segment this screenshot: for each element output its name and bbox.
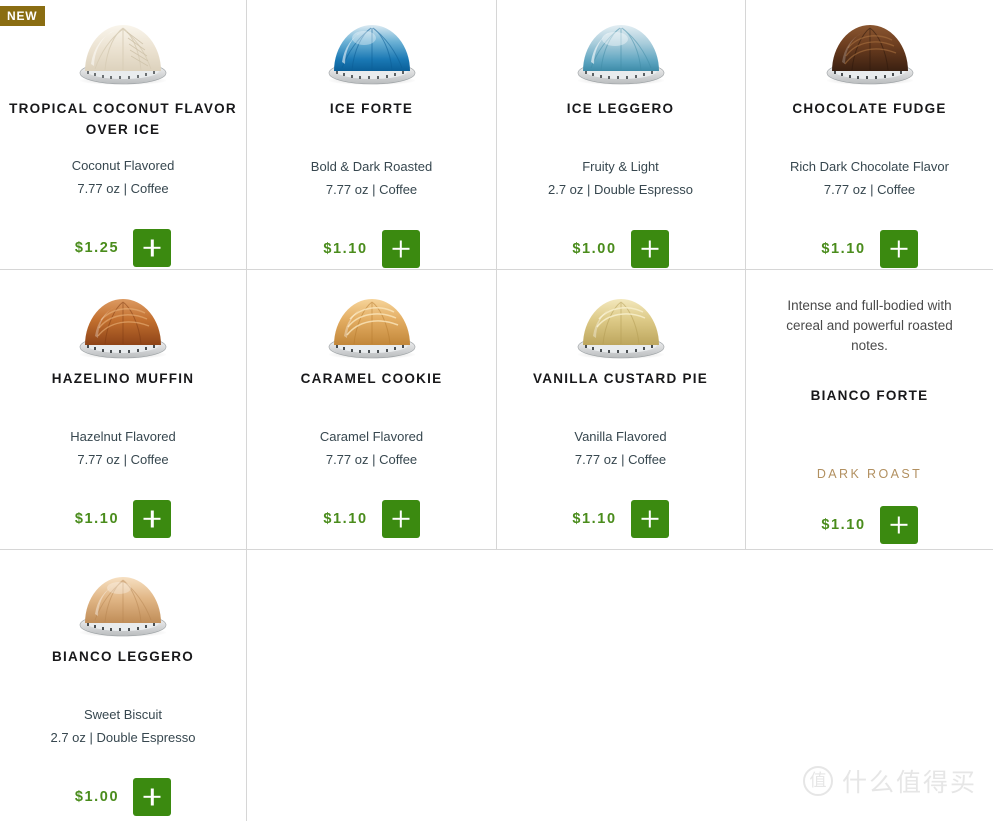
ice-leggero-capsule-icon	[577, 25, 664, 85]
add-to-cart-button[interactable]	[133, 229, 172, 267]
product-title: ICE FORTE	[329, 101, 414, 116]
ice-forte-capsule-icon	[328, 25, 415, 85]
product-hover-description: Intense and full-bodied with cereal and …	[786, 298, 953, 353]
product-flavor: Caramel Flavored	[319, 429, 424, 444]
product-image-wrap	[248, 8, 495, 94]
product-card-chocolate-fudge[interactable]: CHOCOLATE FUDGE Rich Dark Chocolate Flav…	[746, 0, 993, 268]
product-price: $1.10	[323, 241, 368, 257]
product-roast-level: DARK ROAST	[816, 467, 923, 481]
product-price: $1.10	[74, 511, 120, 527]
product-price: $1.10	[323, 511, 368, 527]
product-card-caramel-cookie[interactable]: CARAMEL COOKIE Caramel Flavored 7.77 oz …	[248, 270, 495, 548]
product-title: CHOCOLATE FUDGE	[792, 101, 947, 116]
product-image-wrap	[0, 560, 246, 646]
price-row: $1.10	[248, 230, 495, 268]
product-image-wrap	[0, 282, 246, 368]
product-image-wrap	[497, 8, 744, 94]
product-price: $1.25	[74, 240, 120, 256]
product-price: $1.10	[572, 511, 617, 527]
new-badge: NEW	[0, 6, 46, 26]
add-to-cart-button[interactable]	[133, 778, 172, 816]
grid-divider-vertical	[246, 0, 247, 821]
price-row: $1.25	[0, 229, 246, 267]
product-price: $1.00	[74, 789, 120, 805]
price-row: $1.10	[746, 506, 993, 544]
product-card-ice-forte[interactable]: ICE FORTE Bold & Dark Roasted 7.77 oz | …	[248, 0, 495, 268]
product-price: $1.00	[572, 241, 617, 257]
price-row: $1.10	[497, 500, 744, 538]
watermark: 值 什么值得买	[802, 763, 977, 799]
price-row: $1.10	[746, 230, 993, 268]
price-row: $1.00	[0, 778, 246, 816]
product-spec: 7.77 oz | Coffee	[77, 452, 169, 467]
watermark-text: 什么值得买	[841, 768, 977, 797]
product-title: CARAMEL COOKIE	[300, 371, 443, 386]
add-to-cart-button[interactable]	[381, 230, 420, 268]
product-sleeve-price: $11.00/Sleeve of 10	[248, 547, 495, 548]
coconut-capsule-icon	[79, 25, 167, 85]
product-spec: 7.77 oz | Coffee	[574, 452, 667, 467]
add-to-cart-button[interactable]	[381, 500, 420, 538]
add-to-cart-button[interactable]	[879, 506, 918, 544]
chocolate-fudge-capsule-icon	[826, 25, 913, 85]
product-card-bianco-leggero[interactable]: BIANCO LEGGERO Sweet Biscuit 2.7 oz | Do…	[0, 550, 246, 821]
product-flavor: Rich Dark Chocolate Flavor	[790, 159, 949, 174]
add-to-cart-button[interactable]	[133, 500, 172, 538]
product-card-hazelino-muffin[interactable]: HAZELINO MUFFIN Hazelnut Flavored 7.77 o…	[0, 270, 246, 548]
product-title: BIANCO LEGGERO	[51, 649, 194, 664]
product-title: BIANCO FORTE	[810, 388, 929, 403]
product-image-wrap	[248, 282, 495, 368]
hazelino-muffin-capsule-icon	[79, 299, 167, 359]
product-price: $1.10	[821, 241, 866, 257]
product-title: VANILLA CUSTARD PIE	[533, 371, 708, 386]
product-card-ice-leggero[interactable]: ICE LEGGERO Fruity & Light 2.7 oz | Doub…	[497, 0, 744, 268]
product-flavor: Fruity & Light	[582, 159, 659, 174]
product-image-wrap	[497, 282, 744, 368]
price-row: $1.00	[497, 230, 744, 268]
product-spec: 7.77 oz | Coffee	[823, 182, 916, 197]
product-card-bianco-forte[interactable]: Intense and full-bodied with cereal and …	[746, 270, 993, 548]
product-title: HAZELINO MUFFIN	[51, 371, 195, 386]
product-sleeve-price: $11.00/Sleeve of 10	[497, 547, 744, 548]
product-spec: 7.77 oz | Coffee	[77, 181, 169, 196]
bianco-leggero-capsule-icon	[79, 577, 167, 637]
add-to-cart-button[interactable]	[630, 230, 669, 268]
product-flavor: Sweet Biscuit	[83, 707, 163, 722]
product-title: ICE LEGGERO	[566, 101, 675, 116]
price-row: $1.10	[0, 500, 246, 538]
product-spec: 7.77 oz | Coffee	[325, 182, 418, 197]
product-price: $1.10	[821, 517, 866, 533]
product-card-tropical-coconut-flavor-over-ice[interactable]: NEW TROPICAL COCONUT FLAVOR OVER ICE Coc…	[0, 0, 246, 268]
product-spec: 2.7 oz | Double Espresso	[50, 730, 196, 745]
product-flavor: Hazelnut Flavored	[70, 429, 176, 444]
vanilla-custard-pie-capsule-icon	[577, 299, 664, 359]
product-title: TROPICAL COCONUT FLAVOR OVER ICE	[9, 101, 237, 137]
product-spec: 7.77 oz | Coffee	[325, 452, 418, 467]
add-to-cart-button[interactable]	[879, 230, 918, 268]
price-row: $1.10	[248, 500, 495, 538]
product-flavor: Vanilla Flavored	[574, 429, 667, 444]
product-sleeve-price: $11.00/Sleeve of 10	[0, 547, 246, 548]
product-flavor: Bold & Dark Roasted	[310, 159, 433, 174]
watermark-logo-icon: 值	[802, 766, 833, 796]
product-spec: 2.7 oz | Double Espresso	[547, 182, 693, 197]
add-to-cart-button[interactable]	[630, 500, 669, 538]
product-grid: NEW TROPICAL COCONUT FLAVOR OVER ICE Coc…	[0, 0, 993, 821]
product-image-wrap	[746, 8, 993, 94]
caramel-cookie-capsule-icon	[328, 299, 415, 359]
product-flavor: Coconut Flavored	[71, 158, 175, 173]
product-card-vanilla-custard-pie[interactable]: VANILLA CUSTARD PIE Vanilla Flavored 7.7…	[497, 270, 744, 548]
